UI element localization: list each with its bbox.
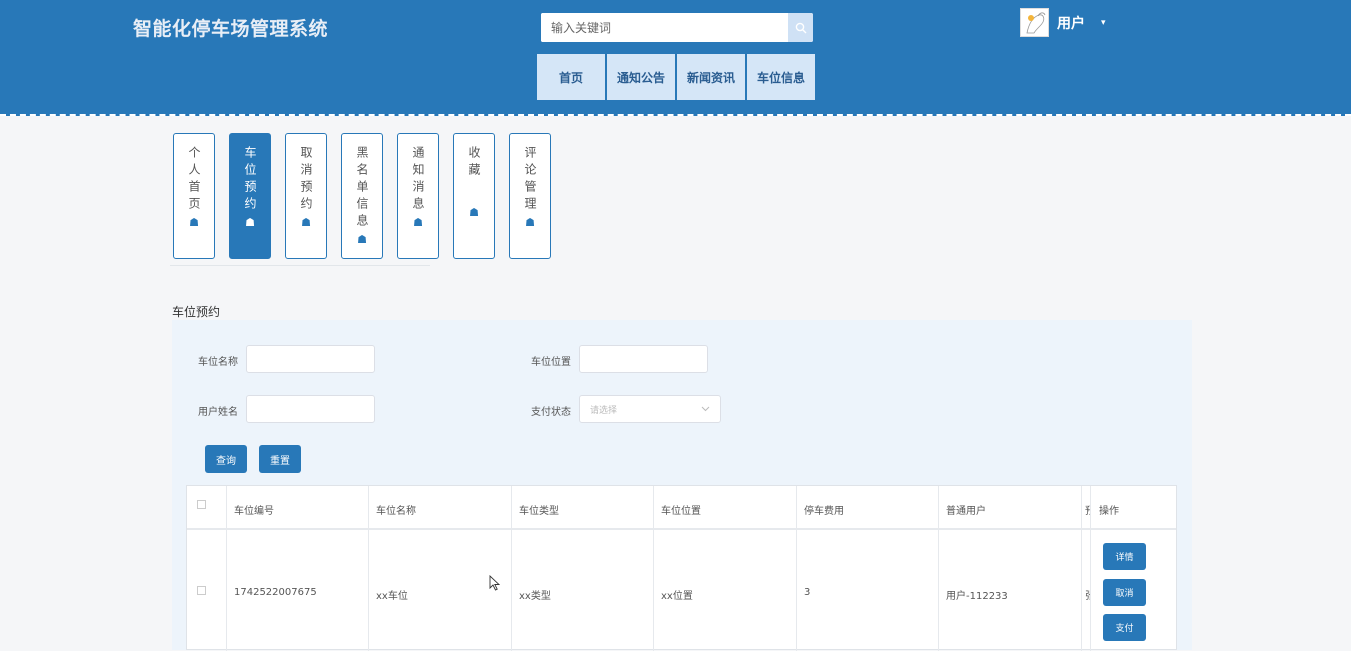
column-divider bbox=[1090, 486, 1091, 651]
cell-fee: 3 bbox=[804, 587, 811, 598]
avatar[interactable] bbox=[1020, 8, 1049, 37]
cancel-button[interactable]: 取消 bbox=[1103, 579, 1146, 606]
nav-home[interactable]: 首页 bbox=[537, 54, 605, 100]
home-icon: ☗ bbox=[469, 206, 479, 219]
user-name-label: 用户姓名 bbox=[198, 407, 238, 418]
tab-blacklist[interactable]: 黑名单信息 ☗ bbox=[341, 133, 383, 259]
tab-comments[interactable]: 评论管理 ☗ bbox=[509, 133, 551, 259]
search-bar bbox=[541, 13, 813, 42]
query-button[interactable]: 查询 bbox=[205, 445, 247, 473]
cell-user: 用户-112233 bbox=[946, 591, 1008, 602]
nav-notices[interactable]: 通知公告 bbox=[607, 54, 675, 100]
row-checkbox[interactable] bbox=[197, 586, 206, 595]
cell-truncated: 张 bbox=[1085, 587, 1090, 602]
chevron-down-icon bbox=[701, 406, 710, 412]
home-icon: ☗ bbox=[525, 216, 535, 229]
top-header: 智能化停车场管理系统 首页 通知公告 新闻资讯 车位信息 用户 ▾ bbox=[0, 0, 1351, 116]
profile-tabs: 个人首页 ☗ 车位预约 ☗ 取消预约 ☗ 黑名单信息 ☗ 通知消息 ☗ 收藏 ☗… bbox=[173, 133, 565, 259]
user-name: 用户 bbox=[1057, 15, 1085, 32]
cell-type: xx类型 bbox=[519, 591, 551, 602]
column-divider bbox=[796, 486, 797, 651]
nav-parking-info[interactable]: 车位信息 bbox=[747, 54, 815, 100]
tab-label: 评论管理 bbox=[523, 146, 537, 214]
header-truncated: 预 bbox=[1085, 502, 1090, 517]
tab-label: 收藏 bbox=[467, 146, 481, 180]
search-icon bbox=[795, 22, 806, 33]
tab-parking-reservation[interactable]: 车位预约 ☗ bbox=[229, 133, 271, 259]
header-code: 车位编号 bbox=[234, 506, 274, 517]
column-divider bbox=[653, 486, 654, 651]
tab-label: 黑名单信息 bbox=[355, 146, 369, 231]
nav-news[interactable]: 新闻资讯 bbox=[677, 54, 745, 100]
mouse-cursor-icon bbox=[489, 575, 500, 591]
select-all-checkbox[interactable] bbox=[197, 500, 206, 509]
cell-code: 1742522007675 bbox=[234, 587, 317, 598]
header-divider bbox=[187, 528, 1176, 530]
home-icon: ☗ bbox=[301, 216, 311, 229]
parking-name-input[interactable] bbox=[246, 345, 375, 373]
avatar-image bbox=[1021, 9, 1048, 36]
chevron-down-icon[interactable]: ▾ bbox=[1101, 18, 1106, 28]
home-icon: ☗ bbox=[245, 216, 255, 229]
user-name-input[interactable] bbox=[246, 395, 375, 423]
tab-notifications[interactable]: 通知消息 ☗ bbox=[397, 133, 439, 259]
column-divider bbox=[938, 486, 939, 651]
reset-button[interactable]: 重置 bbox=[259, 445, 301, 473]
home-icon: ☗ bbox=[357, 233, 367, 246]
tab-personal-home[interactable]: 个人首页 ☗ bbox=[173, 133, 215, 259]
column-divider bbox=[368, 486, 369, 651]
tab-label: 个人首页 bbox=[187, 146, 201, 214]
parking-location-label: 车位位置 bbox=[531, 357, 571, 368]
site-title: 智能化停车场管理系统 bbox=[133, 18, 329, 40]
home-icon: ☗ bbox=[189, 216, 199, 229]
cell-name: xx车位 bbox=[376, 591, 408, 602]
pay-status-label: 支付状态 bbox=[531, 407, 571, 418]
detail-button[interactable]: 详情 bbox=[1103, 543, 1146, 570]
divider bbox=[170, 265, 430, 266]
tab-favorites[interactable]: 收藏 ☗ bbox=[453, 133, 495, 259]
pay-status-placeholder: 请选择 bbox=[590, 405, 618, 416]
home-icon: ☗ bbox=[413, 216, 423, 229]
header-type: 车位类型 bbox=[519, 506, 559, 517]
pay-button[interactable]: 支付 bbox=[1103, 614, 1146, 641]
user-menu[interactable]: 用户 ▾ bbox=[1020, 8, 1106, 37]
reservation-table: 车位编号 车位名称 车位类型 车位位置 停车费用 普通用户 预 操作 17425… bbox=[186, 485, 1177, 651]
tab-label: 通知消息 bbox=[411, 146, 425, 214]
column-divider bbox=[511, 486, 512, 651]
column-divider bbox=[226, 486, 227, 651]
search-button[interactable] bbox=[788, 13, 813, 42]
tab-label: 取消预约 bbox=[299, 146, 313, 214]
tab-label: 车位预约 bbox=[243, 146, 257, 214]
tab-cancel-reservation[interactable]: 取消预约 ☗ bbox=[285, 133, 327, 259]
cell-location: xx位置 bbox=[661, 591, 693, 602]
column-divider bbox=[1081, 486, 1082, 651]
header-user: 普通用户 bbox=[946, 506, 986, 517]
pay-status-select[interactable]: 请选择 bbox=[579, 395, 721, 423]
search-input[interactable] bbox=[541, 13, 786, 42]
parking-location-input[interactable] bbox=[579, 345, 708, 373]
header-location: 车位位置 bbox=[661, 506, 701, 517]
header-name: 车位名称 bbox=[376, 506, 416, 517]
header-fee: 停车费用 bbox=[804, 506, 844, 517]
main-nav: 首页 通知公告 新闻资讯 车位信息 bbox=[537, 54, 817, 100]
page-title: 车位预约 bbox=[172, 305, 221, 319]
header-actions: 操作 bbox=[1099, 506, 1119, 517]
parking-name-label: 车位名称 bbox=[198, 357, 238, 368]
